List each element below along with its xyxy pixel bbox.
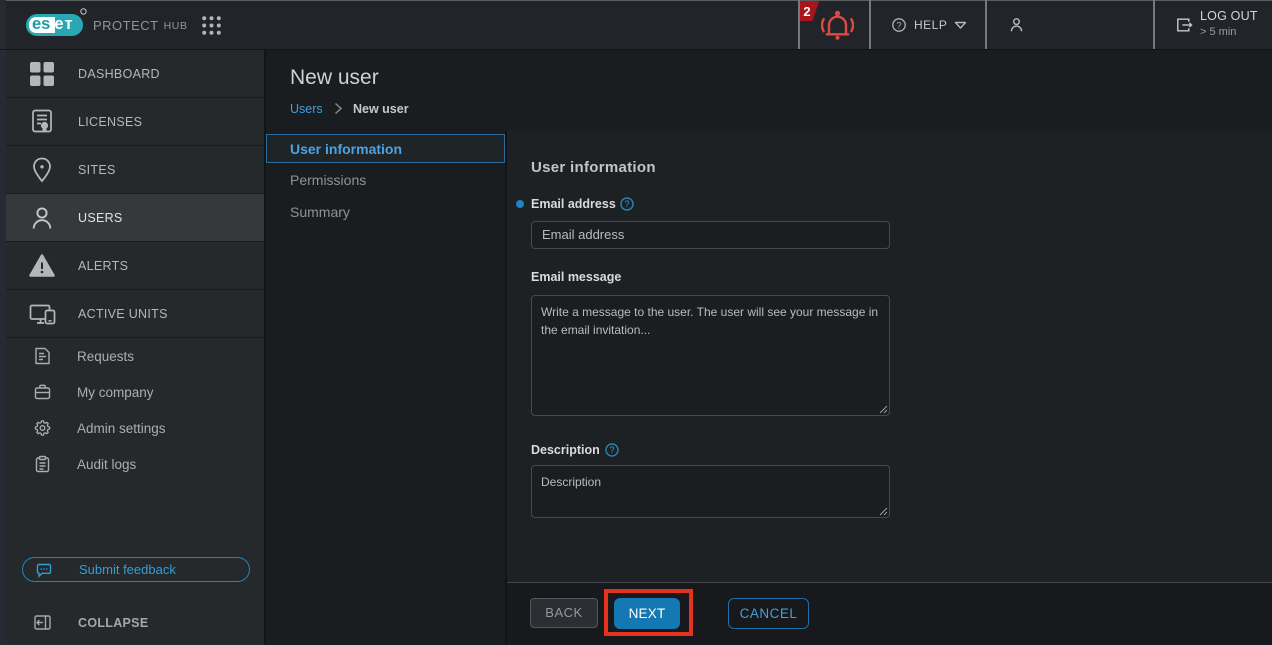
svg-text:2: 2 xyxy=(803,4,810,19)
svg-text:?: ? xyxy=(896,20,901,30)
svg-text:?: ? xyxy=(609,445,614,455)
svg-text:?: ? xyxy=(624,199,629,209)
